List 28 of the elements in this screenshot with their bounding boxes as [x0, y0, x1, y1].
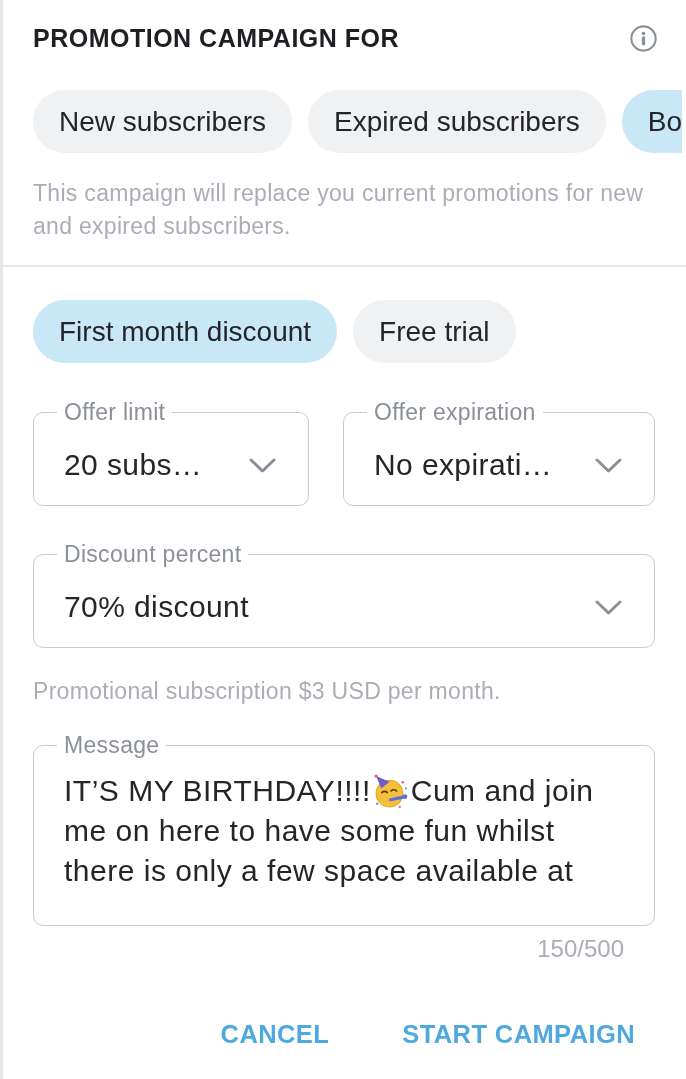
- message-text: Cum and join: [410, 773, 594, 809]
- message-field[interactable]: Message IT’S MY BIRTHDAY!!!! Cum and join me on here to have some fun whilst there is only a few space available at: [33, 733, 655, 926]
- filter-chip[interactable]: Bo: [621, 90, 683, 153]
- dropdown[interactable]: Offer limit 20 subs…: [33, 400, 309, 506]
- dropdown-label: Offer limit: [63, 400, 167, 425]
- helper-text: This campaign will replace you current promotions for new and expired subscribers.: [33, 179, 645, 241]
- message-label: Message: [63, 734, 161, 758]
- filter-chip[interactable]: Free trial: [353, 300, 516, 363]
- message-text: there is only a few space available at: [64, 853, 574, 889]
- message-text: IT’S MY BIRTHDAY!!!!: [64, 773, 371, 809]
- helper-text: Promotional subscription $3 USD per month.: [33, 678, 502, 704]
- dropdown-value: 70% discount: [64, 590, 249, 624]
- filter-chip[interactable]: Expired subscribers: [307, 90, 606, 153]
- character-counter: 150/500: [537, 936, 624, 962]
- panel-title: PROMOTION CAMPAIGN FOR: [33, 23, 400, 53]
- dropdown-value: 20 subs…: [64, 448, 203, 482]
- chevron-down-icon: [595, 457, 622, 473]
- dropdown[interactable]: Offer expiration No expirati…: [343, 400, 655, 506]
- message-text: me on here to have some fun whilst: [64, 813, 555, 849]
- info-icon[interactable]: [630, 24, 657, 52]
- filter-chip[interactable]: New subscribers: [33, 90, 292, 153]
- dropdown-label: Offer expiration: [373, 400, 537, 425]
- filter-chip[interactable]: First month discount: [33, 300, 338, 363]
- dropdown-label: Discount percent: [63, 542, 243, 567]
- chevron-down-icon: [595, 599, 622, 615]
- dropdown-value: No expirati…: [374, 448, 553, 482]
- dropdown[interactable]: Discount percent 70% discount: [33, 542, 655, 648]
- chevron-down-icon: [249, 457, 276, 473]
